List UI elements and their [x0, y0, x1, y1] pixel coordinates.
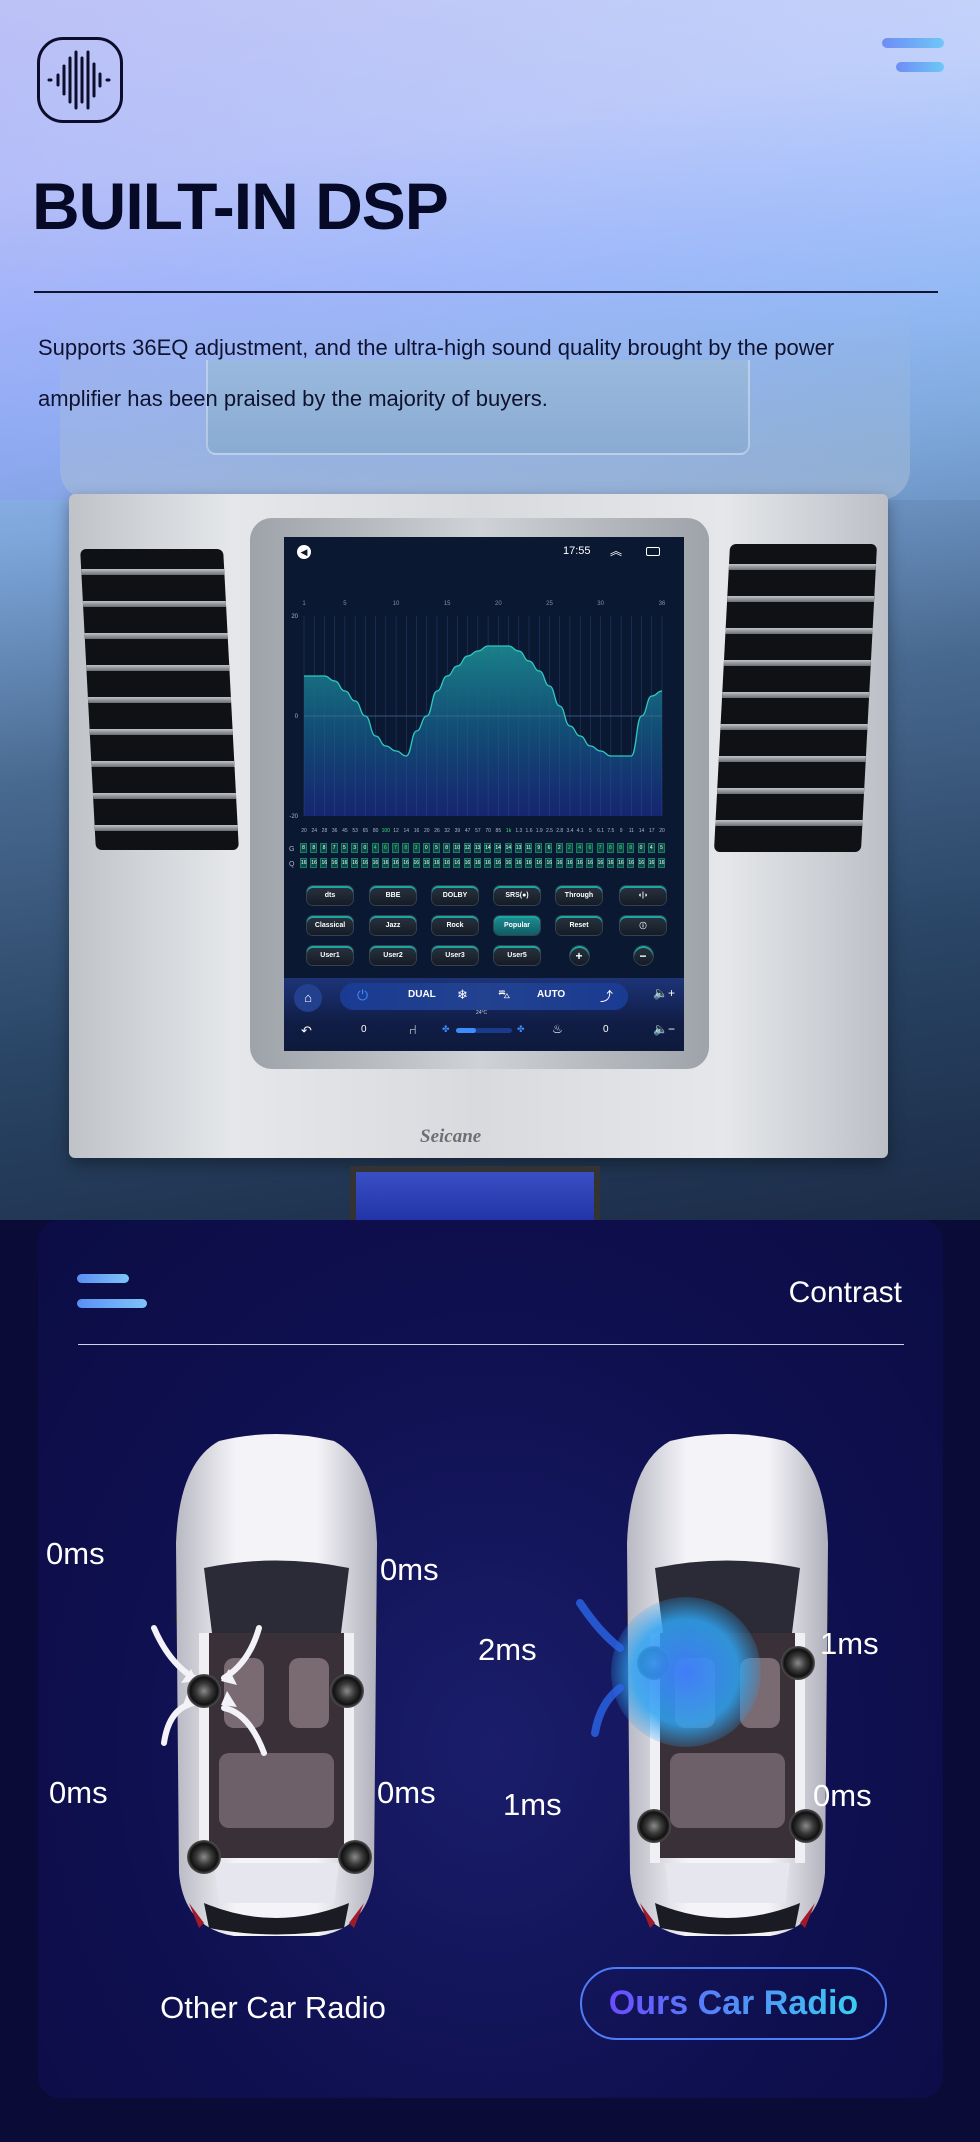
volume-down-icon[interactable]: 🔈− [653, 1022, 675, 1036]
contrast-card: Contrast 0ms 0ms 0ms 0ms Other Car Radio… [38, 1220, 943, 2098]
dual-button[interactable]: DUAL [408, 989, 436, 1000]
menu-line [882, 38, 944, 48]
hamburger-icon[interactable] [882, 38, 944, 72]
delay-front-left: 0ms [46, 1536, 105, 1571]
fan-speed-fill [456, 1028, 476, 1033]
auto-button[interactable]: AUTO [537, 989, 565, 1000]
preset-bbe-button[interactable]: BBE [370, 886, 416, 905]
preset-dts-button[interactable]: dts [307, 886, 353, 905]
climate-display [350, 1166, 600, 1220]
head-unit-screen: ◀ 17:55 ︽ 1 5 10 15 20 25 30 36 20 0 -20 G Q 20 8 16… [284, 537, 684, 1051]
speaker-rear-left [187, 1840, 221, 1874]
preset-rock-button[interactable]: Rock [432, 916, 478, 935]
minus-button[interactable]: − [633, 946, 653, 965]
preset-user5-button[interactable]: User5 [494, 946, 540, 965]
preset-dolby-button[interactable]: DOLBY [432, 886, 478, 905]
volume-up-icon[interactable]: 🔈+ [653, 986, 675, 1000]
speaker-front-left [187, 1674, 221, 1708]
sound-focus-glow [611, 1597, 761, 1747]
other-car-diagram [151, 1433, 384, 1938]
surround-sound-button[interactable]: ◖|◗ [620, 886, 666, 905]
right-air-vent [713, 544, 878, 852]
return-icon[interactable]: ↶ [301, 1023, 312, 1039]
preset-through-button[interactable]: Through [556, 886, 602, 905]
delay-rear-left: 0ms [49, 1775, 108, 1810]
preset-popular-button[interactable]: Popular [494, 916, 540, 935]
ours-car-radio-button[interactable]: Ours Car Radio [580, 1967, 887, 2040]
other-car-radio-label: Other Car Radio [160, 1990, 386, 2025]
seat-icon[interactable]: ⑁ [409, 1022, 417, 1037]
home-icon[interactable]: ⌂ [294, 984, 322, 1012]
fan-low-icon[interactable]: ✤ [442, 1024, 450, 1035]
fan-high-icon[interactable]: ✤ [517, 1024, 525, 1035]
delay-rear-right: 0ms [377, 1775, 436, 1810]
delay-rear-right: 0ms [813, 1778, 872, 1813]
climate-controls [340, 983, 628, 1010]
info-button[interactable]: ⓘ [620, 916, 666, 935]
title-divider [34, 291, 938, 293]
delay-front-right: 1ms [820, 1626, 879, 1661]
eq-preset-buttons: dts BBE DOLBY SRS(●) Through ◖|◗ Classical Jazz… [284, 537, 684, 977]
temperature: 24°C [476, 1010, 488, 1016]
preset-reset-button[interactable]: Reset [556, 916, 602, 935]
page-title: BUILT-IN DSP [32, 169, 449, 243]
preset-jazz-button[interactable]: Jazz [370, 916, 416, 935]
brand-logo: Seicane [420, 1126, 482, 1147]
ours-car-radio-label: Ours Car Radio [608, 1984, 859, 2022]
card-divider [78, 1344, 904, 1345]
right-seat-level: 0 [603, 1024, 609, 1035]
recirculation-icon[interactable]: ⛍ [498, 987, 510, 1003]
description: Supports 36EQ adjustment, and the ultra-… [38, 335, 835, 411]
menu-line [77, 1299, 147, 1308]
menu-line [77, 1274, 129, 1283]
delay-front-left: 2ms [478, 1632, 537, 1667]
sound-wave-icon [37, 37, 123, 123]
delay-rear-left: 1ms [503, 1787, 562, 1822]
preset-srs-button[interactable]: SRS(●) [494, 886, 540, 905]
delay-front-right: 0ms [380, 1552, 439, 1587]
plus-button[interactable]: + [569, 946, 589, 965]
preset-classical-button[interactable]: Classical [307, 916, 353, 935]
menu-line [896, 62, 944, 72]
preset-user1-button[interactable]: User1 [307, 946, 353, 965]
speaker-rear-right [789, 1809, 823, 1843]
bottom-control-bar: ⌂ ⏻ DUAL ❄ ⛍ AUTO ⤴ 🔈+ 24°C ↶ 0 ⑁ ✤ ✤ ♨ … [284, 978, 684, 1051]
speaker-front-right [330, 1674, 364, 1708]
ours-car-diagram [576, 1433, 835, 1938]
seat-heat-icon[interactable]: ♨ [552, 1022, 563, 1036]
power-icon[interactable]: ⏻ [357, 987, 368, 1004]
left-air-vent [80, 549, 239, 850]
seat-airflow-icon[interactable]: ⤴ [600, 986, 613, 1005]
speaker-rear-right [338, 1840, 372, 1874]
speaker-front-right [781, 1646, 815, 1680]
section-title: Contrast [788, 1276, 902, 1309]
speaker-rear-left [637, 1809, 671, 1843]
fan-speed-slider[interactable] [456, 1028, 512, 1033]
preset-user2-button[interactable]: User2 [370, 946, 416, 965]
snowflake-icon[interactable]: ❄ [457, 987, 468, 1003]
preset-user3-button[interactable]: User3 [432, 946, 478, 965]
left-seat-level: 0 [361, 1024, 367, 1035]
hamburger-icon[interactable] [77, 1274, 147, 1308]
